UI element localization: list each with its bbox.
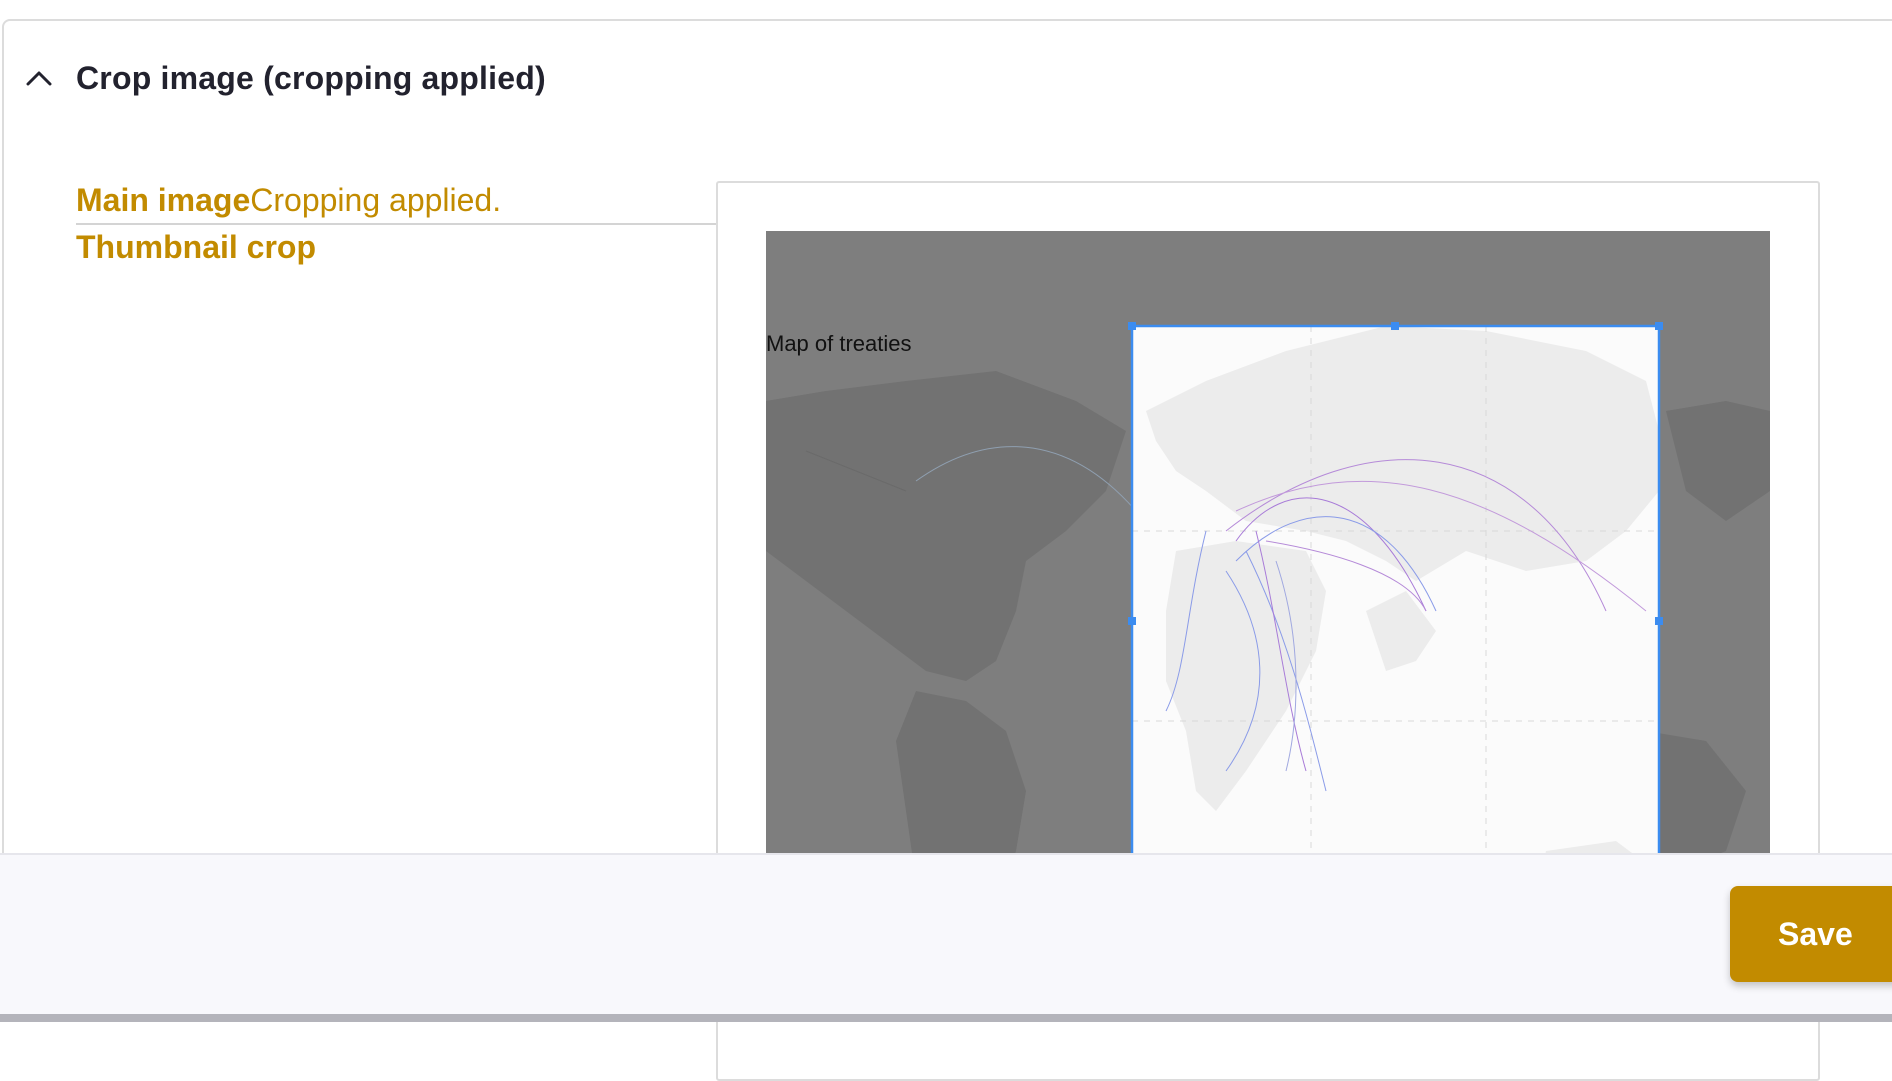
crop-image-canvas[interactable]: Map of treaties	[766, 231, 1770, 951]
map-caption: Map of treaties	[766, 331, 912, 356]
crop-tabs: Main imageCropping applied. Thumbnail cr…	[76, 182, 716, 266]
crop-image-section-header[interactable]: Crop image (cropping applied)	[26, 58, 546, 98]
save-button[interactable]: Save	[1730, 886, 1892, 982]
section-title: Crop image (cropping applied)	[76, 59, 546, 96]
tab-main-image-label: Main image	[76, 182, 251, 218]
tab-main-image-status: Cropping applied.	[250, 182, 502, 218]
world-map-image	[766, 231, 1770, 951]
chevron-up-icon[interactable]	[26, 65, 52, 91]
tab-main-image[interactable]: Main imageCropping applied.	[76, 182, 716, 225]
form-footer	[0, 853, 1892, 1017]
tab-thumbnail-crop[interactable]: Thumbnail crop	[76, 229, 716, 266]
window-bottom-bar	[0, 1014, 1892, 1022]
